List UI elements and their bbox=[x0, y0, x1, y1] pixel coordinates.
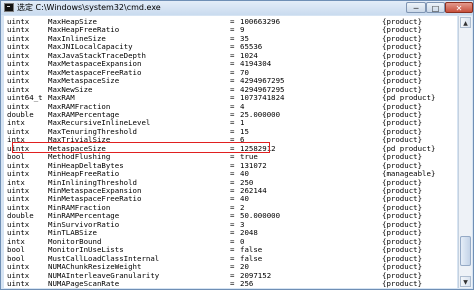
cmd-icon[interactable] bbox=[4, 3, 14, 12]
scroll-down-arrow-icon[interactable]: ▼ bbox=[460, 276, 471, 287]
scroll-up-arrow-icon[interactable]: ▲ bbox=[460, 17, 471, 28]
close-button[interactable]: ✕ bbox=[445, 2, 473, 13]
cmd-window: 选定 C:\Windows\system32\cmd.exe ─ □ ✕ uin… bbox=[0, 0, 474, 290]
window-title: 选定 C:\Windows\system32\cmd.exe bbox=[17, 3, 161, 12]
console-output[interactable]: uintx MaxHeapSize = 100663296 {product} uintx… bbox=[4, 16, 457, 288]
flag-origin: {product} bbox=[382, 278, 423, 288]
minimize-button[interactable]: ─ bbox=[406, 2, 426, 13]
maximize-button[interactable]: □ bbox=[426, 2, 445, 13]
flag-type: uintx bbox=[7, 278, 30, 288]
vertical-scrollbar[interactable]: ▲ ▼ bbox=[458, 16, 472, 288]
flag-line: uintx NUMAPageScanRate = 256 {product} bbox=[4, 279, 457, 288]
flag-value: 256 bbox=[240, 278, 254, 288]
flag-name: NUMAPageScanRate bbox=[48, 278, 120, 288]
equals-sign: = bbox=[230, 278, 235, 288]
title-bar[interactable]: 选定 C:\Windows\system32\cmd.exe ─ □ ✕ bbox=[1, 1, 473, 15]
scrollbar-thumb[interactable] bbox=[460, 236, 471, 266]
